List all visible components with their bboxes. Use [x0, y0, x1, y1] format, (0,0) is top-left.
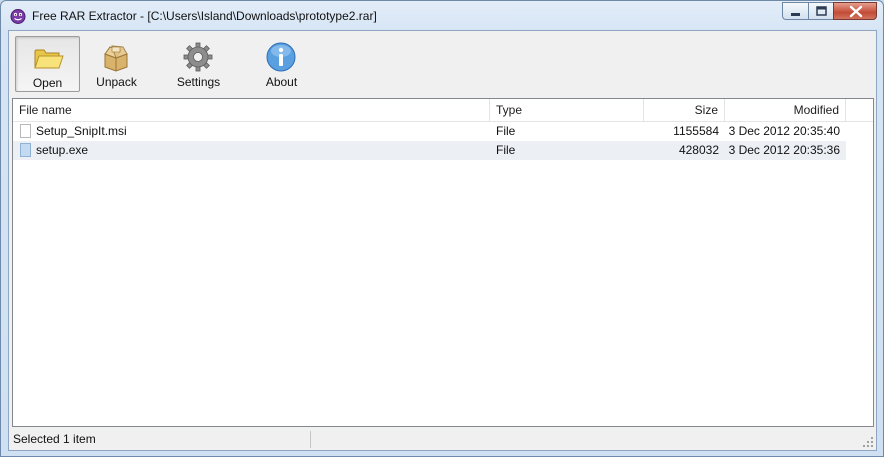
file-list[interactable]: File name Type Size Modified Setup_SnipI…	[12, 98, 874, 427]
close-icon	[849, 5, 863, 18]
maximize-icon	[816, 6, 827, 16]
file-size: 428032	[678, 143, 719, 157]
resize-grip-icon[interactable]	[862, 436, 874, 448]
file-type: File	[496, 143, 516, 157]
column-header-type[interactable]: Type	[490, 99, 644, 121]
title-bar[interactable]: Free RAR Extractor - [C:\Users\Island\Do…	[1, 1, 883, 29]
file-type: File	[496, 124, 516, 138]
about-label: About	[265, 75, 298, 89]
column-header-size[interactable]: Size	[644, 99, 725, 121]
toolbar: Open Unpack Settings About	[9, 31, 876, 95]
folder-icon	[34, 49, 64, 69]
table-row[interactable]: Setup_SnipIt.msi File 1155584 3 Dec 2012…	[13, 122, 846, 141]
maximize-button[interactable]	[808, 2, 833, 20]
status-text: Selected 1 item	[13, 432, 96, 446]
file-size: 1155584	[673, 124, 719, 138]
close-button[interactable]	[833, 2, 877, 20]
column-header-file-name[interactable]: File name	[13, 99, 490, 121]
executable-icon	[20, 143, 31, 157]
client-area: Open Unpack Settings About File name Typ…	[8, 30, 877, 451]
file-modified: 3 Dec 2012 20:35:36	[728, 143, 840, 157]
settings-label: Settings	[176, 75, 221, 89]
file-modified: 3 Dec 2012 20:35:40	[728, 124, 840, 138]
minimize-button[interactable]	[782, 2, 808, 20]
unpack-label: Unpack	[96, 75, 137, 89]
file-icon	[20, 124, 31, 138]
open-button[interactable]: Open	[15, 36, 80, 92]
app-icon	[10, 9, 26, 24]
column-header-modified[interactable]: Modified	[725, 99, 846, 121]
window-title: Free RAR Extractor - [C:\Users\Island\Do…	[32, 9, 377, 23]
info-icon	[266, 42, 296, 72]
minimize-icon	[791, 13, 800, 16]
window-controls	[782, 2, 877, 21]
gear-icon	[183, 42, 213, 72]
status-divider	[310, 431, 311, 448]
unpack-button[interactable]: Unpack	[84, 36, 149, 92]
table-row[interactable]: setup.exe File 428032 3 Dec 2012 20:35:3…	[13, 141, 846, 160]
settings-button[interactable]: Settings	[166, 36, 231, 92]
file-name: Setup_SnipIt.msi	[36, 124, 127, 138]
box-icon	[104, 45, 128, 72]
open-label: Open	[32, 76, 63, 90]
status-bar: Selected 1 item	[9, 429, 876, 450]
list-header: File name Type Size Modified	[13, 99, 873, 122]
app-window: Free RAR Extractor - [C:\Users\Island\Do…	[0, 0, 884, 457]
file-name: setup.exe	[36, 143, 89, 157]
about-button[interactable]: About	[249, 36, 314, 92]
